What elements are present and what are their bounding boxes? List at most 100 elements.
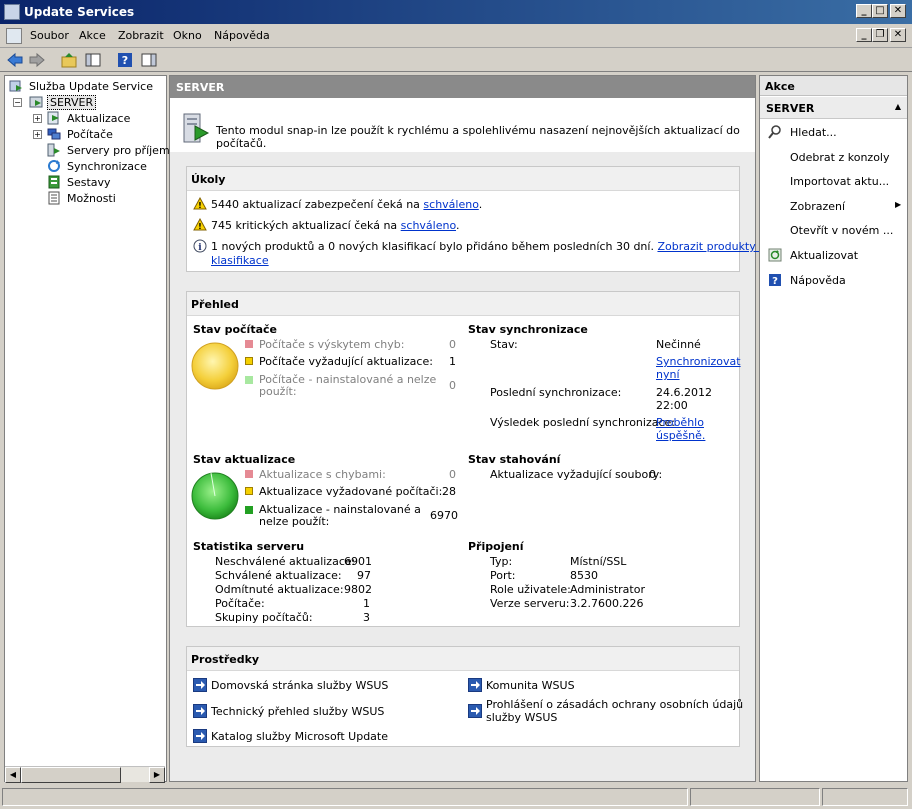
download-status-title: Stav stahování	[468, 453, 561, 466]
child-minimize-button[interactable]: _	[856, 28, 872, 42]
warning-icon: !	[193, 218, 207, 231]
status-panel-3	[822, 788, 908, 806]
sync-result-link-cont[interactable]: úspěšně.	[656, 429, 705, 442]
declined-value: 9802	[344, 583, 372, 596]
menu-zobrazit[interactable]: Zobrazit	[118, 29, 164, 42]
action-new-window[interactable]: Otevřít v novém ...	[790, 224, 893, 237]
user-role-label: Role uživatele:	[490, 583, 571, 596]
computer-status-title: Stav počítače	[193, 323, 277, 336]
child-restore-button[interactable]: ❐	[872, 28, 888, 42]
close-button[interactable]: ✕	[890, 4, 906, 18]
task-security-updates: 5440 aktualizací zabezpečení čeká na sch…	[211, 198, 482, 211]
link-arrow-icon	[193, 729, 207, 743]
connection-port-label: Port:	[490, 569, 516, 582]
link-arrow-icon	[193, 678, 207, 692]
view-classifications-link[interactable]: klasifikace	[211, 254, 269, 267]
collapse-up-icon[interactable]: ▲	[895, 102, 901, 111]
collapse-toggle[interactable]: −	[13, 98, 22, 107]
updates-errors-label: Aktualizace s chybami:	[259, 468, 386, 481]
sync-now-link[interactable]: Synchronizovat	[656, 355, 741, 368]
wsus-homepage-link[interactable]: Domovská stránka služby WSUS	[211, 679, 388, 692]
sync-now-link-cont[interactable]: nyní	[656, 368, 680, 381]
menu-akce[interactable]: Akce	[79, 29, 106, 42]
warning-legend-swatch	[245, 357, 253, 365]
task-text: 5440 aktualizací zabezpečení čeká na	[211, 198, 424, 211]
computers-count-label: Počítače:	[215, 597, 265, 610]
action-help[interactable]: Nápověda	[790, 274, 846, 287]
downstream-servers-icon	[47, 143, 60, 157]
expand-toggle[interactable]: +	[33, 130, 42, 139]
connection-type-value: Místní/SSL	[570, 555, 627, 568]
tree-item-label: Servery pro příjem c	[67, 144, 180, 157]
back-icon[interactable]	[6, 51, 24, 69]
action-view[interactable]: Zobrazení	[790, 200, 845, 213]
scroll-thumb[interactable]	[21, 767, 121, 783]
show-hide-action-pane-icon[interactable]	[140, 51, 158, 69]
task-new-products: 1 nových produktů a 0 nových klasifikací…	[211, 240, 766, 253]
last-sync-result-label: Výsledek poslední synchronizace:	[490, 416, 675, 429]
tree-pane: Služba Update Service − SERVER + Aktuali…	[4, 75, 179, 782]
task-critical-updates: 745 kritických aktualizací čeká na schvá…	[211, 219, 460, 232]
up-folder-icon[interactable]	[60, 51, 78, 69]
expand-toggle[interactable]: +	[33, 114, 42, 123]
wsus-tech-overview-link[interactable]: Technický přehled služby WSUS	[211, 705, 384, 718]
task-new-products-cont: klasifikace	[211, 254, 269, 267]
computers-icon	[47, 128, 61, 140]
forward-icon[interactable]	[28, 51, 46, 69]
action-find[interactable]: Hledat...	[790, 126, 837, 139]
view-products-link[interactable]: Zobrazit produkty a	[657, 240, 766, 253]
intro-text: Tento modul snap-in lze použít k rychlém…	[216, 124, 740, 150]
help-icon[interactable]: ?	[116, 51, 134, 69]
scroll-left-button[interactable]: ◀	[5, 767, 21, 783]
updates-needed-value: 28	[442, 485, 456, 498]
declined-label: Odmítnuté aktualizace:	[215, 583, 344, 596]
action-remove-from-console[interactable]: Odebrat z konzoly	[790, 151, 889, 164]
computer-groups-label: Skupiny počítačů:	[215, 611, 313, 624]
action-import-updates[interactable]: Importovat aktu...	[790, 175, 889, 188]
search-icon	[768, 125, 781, 139]
updates-installed-value: 6970	[430, 509, 458, 522]
show-hide-tree-icon[interactable]	[84, 51, 102, 69]
update-services-icon	[9, 80, 22, 92]
tasks-title: Úkoly	[187, 167, 739, 191]
svg-text:!: !	[198, 201, 202, 210]
title-bar[interactable]: Update Services _ □ ✕	[0, 0, 912, 24]
menu-okno[interactable]: Okno	[173, 29, 202, 42]
tree-root-label: Služba Update Service	[29, 80, 153, 93]
action-refresh[interactable]: Aktualizovat	[790, 249, 858, 262]
sync-result-link[interactable]: Proběhlo	[656, 416, 704, 429]
actions-subheader-label: SERVER	[766, 102, 815, 115]
tree-horizontal-scrollbar[interactable]: ◀ ▶	[5, 766, 165, 783]
status-bar	[0, 786, 912, 809]
ok-legend-swatch	[245, 506, 253, 514]
privacy-statement-link-cont[interactable]: služby WSUS	[486, 711, 557, 724]
scroll-right-button[interactable]: ▶	[149, 767, 165, 783]
computers-needing-value: 1	[449, 355, 456, 368]
ms-update-catalog-link[interactable]: Katalog služby Microsoft Update	[211, 730, 388, 743]
last-sync-time: 22:00	[656, 399, 688, 412]
approve-critical-link[interactable]: schváleno	[401, 219, 456, 232]
wsus-community-link[interactable]: Komunita WSUS	[486, 679, 575, 692]
child-close-button[interactable]: ✕	[890, 28, 906, 42]
actions-subheader[interactable]: SERVER ▲	[760, 97, 907, 119]
download-label: Aktualizace vyžadující soubory:	[490, 468, 663, 481]
menu-soubor[interactable]: Soubor	[30, 29, 69, 42]
computers-errors-label: Počítače s výskytem chyb:	[259, 338, 405, 351]
privacy-statement-link[interactable]: Prohlášení o zásadách ochrany osobních ú…	[486, 698, 743, 711]
menu-napoveda[interactable]: Nápověda	[214, 29, 270, 42]
warning-legend-swatch	[245, 487, 253, 495]
sync-status-title: Stav synchronizace	[468, 323, 588, 336]
server-version-value: 3.2.7600.226	[570, 597, 644, 610]
approve-security-link[interactable]: schváleno	[423, 198, 478, 211]
maximize-button[interactable]: □	[872, 4, 888, 18]
tree-server-label: SERVER	[47, 95, 97, 110]
computer-groups-value: 3	[363, 611, 370, 624]
overview-title: Přehled	[187, 292, 739, 316]
status-panel-main	[2, 788, 688, 806]
tree-item-label: Aktualizace	[67, 112, 131, 125]
error-legend-swatch	[245, 340, 253, 348]
overview-box: Přehled Stav počítače Počítače s výskyte…	[186, 291, 741, 627]
resources-title: Prostředky	[187, 647, 739, 671]
sync-state-value: Nečinné	[656, 338, 701, 351]
minimize-button[interactable]: _	[856, 4, 872, 18]
